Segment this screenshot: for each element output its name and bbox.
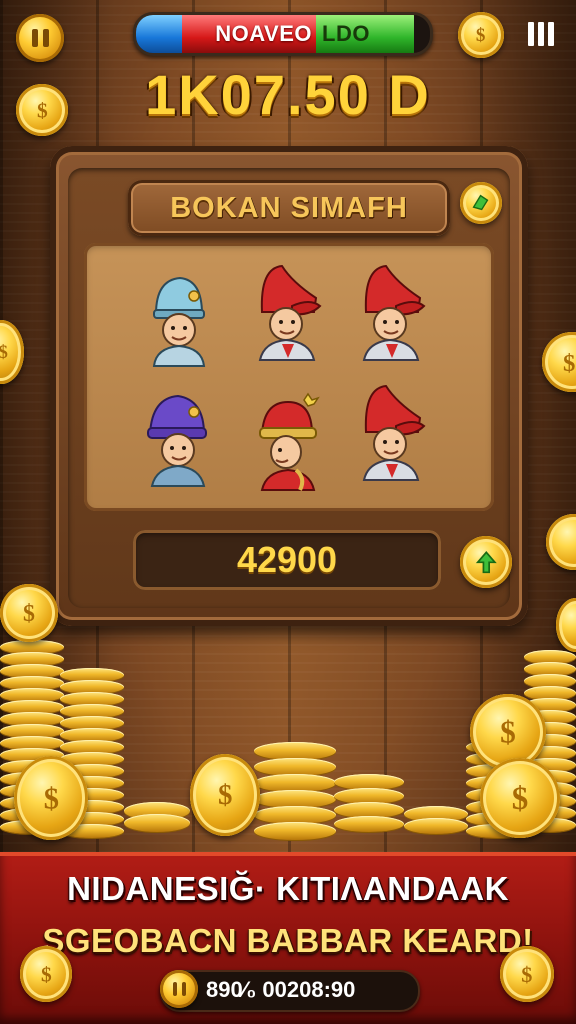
coin-pause-icon[interactable] — [160, 970, 198, 1008]
coin-icon: $ — [20, 946, 72, 1002]
coin-icon: $ — [190, 754, 260, 836]
coin-stack — [334, 774, 404, 838]
svg-text:$: $ — [476, 25, 485, 46]
coin-icon: $ — [14, 756, 88, 840]
leaf-gem-button[interactable] — [460, 182, 502, 224]
green-arrow-icon — [475, 550, 497, 573]
coin-icon: $ — [480, 758, 560, 838]
svg-text:$: $ — [500, 714, 516, 749]
svg-text:$: $ — [43, 781, 58, 815]
blue-hat-character[interactable] — [142, 268, 214, 368]
menu-icon[interactable] — [528, 22, 554, 46]
amount-display: 42900 — [133, 530, 441, 590]
coin-icon: $ — [16, 84, 68, 136]
coin-stack — [124, 802, 190, 832]
pause-button[interactable] — [16, 14, 64, 62]
svg-text:$: $ — [563, 349, 575, 376]
red-hat-character[interactable] — [252, 262, 324, 362]
dollar-icon: $ — [37, 98, 48, 122]
svg-text:$: $ — [218, 780, 232, 812]
svg-text:$: $ — [37, 98, 48, 122]
board-title: BOKAN SIMAFH — [170, 191, 408, 224]
svg-text:$: $ — [23, 601, 35, 627]
coin-icon: $ — [542, 332, 576, 392]
svg-text:$: $ — [41, 962, 52, 986]
energy-bar-green-label: LDO — [322, 21, 370, 46]
pause-icon — [31, 29, 49, 47]
green-arrow-button[interactable] — [460, 536, 512, 588]
red-beanie-character[interactable] — [252, 392, 324, 492]
svg-text:$: $ — [521, 961, 532, 986]
promo-line-1: NIDANESIĞ· KITIΛANDAAK — [67, 870, 509, 907]
purple-hat-character[interactable] — [142, 388, 214, 488]
coin-icon: $ — [0, 584, 58, 642]
energy-bar-red-segment: NOAVEO — [182, 15, 316, 53]
svg-text:$: $ — [0, 342, 8, 363]
board-title-plaque: BOKAN SIMAFH — [128, 180, 450, 236]
leaf-gem-icon — [473, 195, 489, 211]
energy-bar-blue-segment — [136, 15, 182, 53]
score-counter: 1K07.50 D — [145, 63, 431, 126]
red-hat-character[interactable] — [356, 382, 428, 482]
coin-icon — [556, 598, 576, 652]
red-hat-character[interactable] — [356, 262, 428, 362]
coin-stack — [404, 806, 468, 834]
svg-text:$: $ — [512, 781, 529, 817]
footer-counter-value: 890⁄₀ 00208:90 — [206, 977, 356, 1002]
energy-bar-red-label: NOAVEO — [215, 21, 312, 46]
promo-line-2: SGEOBACN BABBAR KEARD! — [42, 922, 534, 959]
energy-bar-green-segment: LDO — [316, 15, 414, 53]
amount-value: 42900 — [236, 539, 338, 580]
coin-icon: $ — [458, 12, 504, 58]
coin-icon: $ — [500, 946, 554, 1002]
energy-bar: NOAVEO LDO — [133, 12, 433, 56]
coin-icon — [546, 514, 576, 570]
coin-stack — [254, 742, 336, 840]
coin-icon: $ — [0, 320, 24, 384]
